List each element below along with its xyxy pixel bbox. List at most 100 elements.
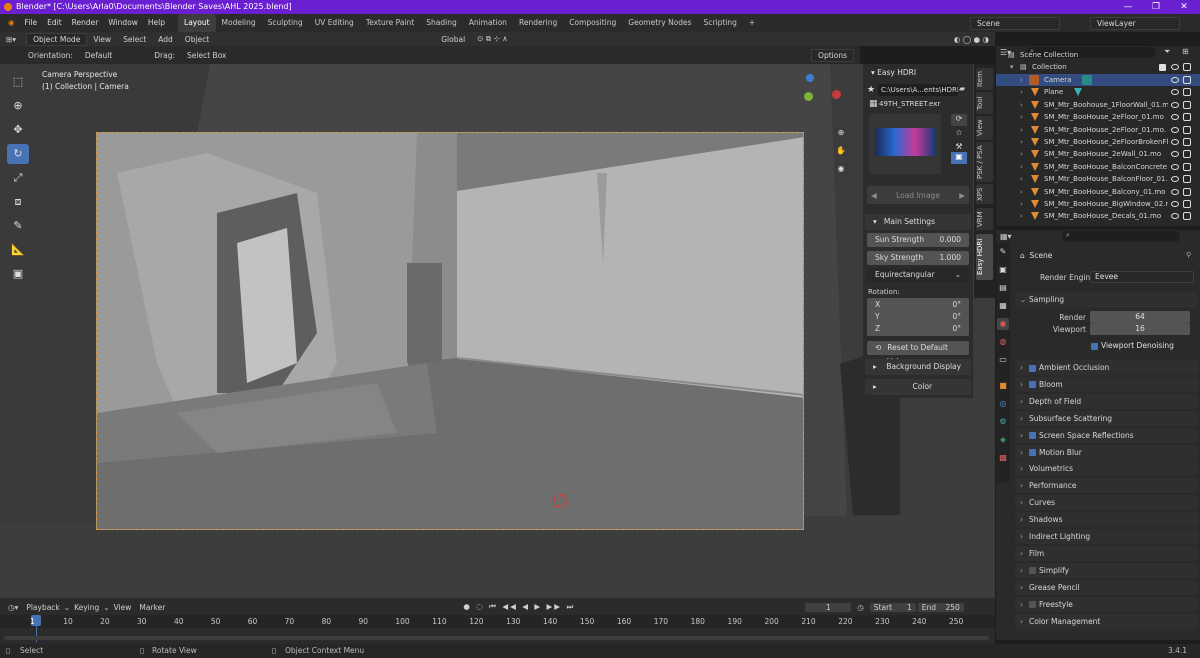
pan-icon[interactable]: ✋ xyxy=(834,144,848,158)
section-performance[interactable]: › Performance xyxy=(1015,478,1198,494)
prev-arrow-icon[interactable]: ◀ xyxy=(871,191,877,200)
visibility-eye-icon[interactable] xyxy=(1171,139,1179,145)
menu-edit[interactable]: Edit xyxy=(42,14,67,32)
mode-dropdown[interactable]: Object Mode xyxy=(26,32,88,46)
editor-type-icon[interactable]: ⊞▾ xyxy=(0,35,22,44)
expand-arrow-icon[interactable]: › xyxy=(1020,148,1023,160)
transform-orientation-dropdown[interactable]: Global xyxy=(435,35,471,44)
tab-scripting[interactable]: Scripting xyxy=(698,14,743,32)
tab-sculpting[interactable]: Sculpting xyxy=(262,14,309,32)
background-display-header[interactable]: ▸ Background Display xyxy=(865,359,971,375)
expand-arrow-icon[interactable]: › xyxy=(1020,563,1023,578)
texture-tab-icon[interactable]: ▩ xyxy=(997,452,1009,464)
expand-arrow-icon[interactable]: › xyxy=(1020,529,1023,544)
menu-select[interactable]: Select xyxy=(117,35,152,44)
close-button[interactable]: ✕ xyxy=(1170,0,1198,14)
section-grease-pencil[interactable]: › Grease Pencil xyxy=(1015,579,1198,595)
3d-viewport[interactable]: ↻ ⬚ ⊕ ✥ ⤢ ⧈ ✎ 📐 ▣ Camera Perspective (1)… xyxy=(0,64,995,598)
section-screen-space-reflections[interactable]: › Screen Space Reflections xyxy=(1015,427,1198,443)
menu-window[interactable]: Window xyxy=(103,14,143,32)
options-dropdown[interactable]: Options xyxy=(811,48,854,62)
render-camera-icon[interactable] xyxy=(1183,125,1191,134)
expand-arrow-icon[interactable]: › xyxy=(1020,198,1023,210)
constraints-tab-icon[interactable]: ⚙ xyxy=(997,416,1009,428)
expand-arrow-icon[interactable]: › xyxy=(1020,495,1023,510)
render-camera-icon[interactable] xyxy=(1183,88,1191,97)
keying-menu[interactable]: Keying xyxy=(70,603,103,612)
camera-view-icon[interactable]: ◉ xyxy=(834,162,848,176)
tab-uv-editing[interactable]: UV Editing xyxy=(309,14,360,32)
tab-psk-psa[interactable]: PSK / PSA xyxy=(976,142,993,182)
tool-tab-icon[interactable]: ✎ xyxy=(997,246,1009,258)
section-bloom[interactable]: › Bloom xyxy=(1015,376,1198,392)
section-enable-checkbox[interactable] xyxy=(1029,567,1036,575)
output-tab-icon[interactable]: ▤ xyxy=(997,282,1009,294)
transform-tool-icon[interactable]: ⧈ xyxy=(7,192,29,212)
exclude-checkbox[interactable] xyxy=(1159,64,1166,71)
section-motion-blur[interactable]: › Motion Blur xyxy=(1015,444,1198,460)
shading-icons[interactable]: ◐ ◯ ● ◑ xyxy=(948,35,995,44)
section-curves[interactable]: › Curves xyxy=(1015,495,1198,511)
expand-arrow-icon[interactable]: › xyxy=(1020,124,1023,136)
render-camera-icon[interactable] xyxy=(1183,150,1191,159)
menu-render[interactable]: Render xyxy=(67,14,104,32)
expand-arrow-icon[interactable]: › xyxy=(1020,428,1023,443)
expand-arrow-icon[interactable]: › xyxy=(1020,512,1023,527)
start-frame-field[interactable]: Start 1 xyxy=(869,602,916,612)
tab-geometry-nodes[interactable]: Geometry Nodes xyxy=(622,14,697,32)
select-box-tool-icon[interactable]: ⬚ xyxy=(7,72,29,92)
expand-arrow-icon[interactable]: › xyxy=(1020,136,1023,148)
expand-arrow-icon[interactable]: › xyxy=(1020,394,1023,409)
next-arrow-icon[interactable]: ▶ xyxy=(959,191,965,200)
blender-menu-icon[interactable]: ◉ xyxy=(0,14,20,32)
menu-view[interactable]: View xyxy=(87,35,117,44)
rotate-tool-icon[interactable]: ↻ xyxy=(7,144,29,164)
playback-controls[interactable]: ● ◌ ⏮ ◀◀ ◀ ▶ ▶▶ ⏭ xyxy=(459,602,579,612)
display-icon[interactable]: ▣ xyxy=(951,152,967,164)
outliner-item[interactable]: › SM_Mtr_BooHouse_BigWindow_02.r xyxy=(996,198,1200,210)
scene-selector[interactable]: Scene xyxy=(970,16,1060,30)
favorites-star-icon[interactable]: ☆ xyxy=(951,128,967,140)
section-indirect-lighting[interactable]: › Indirect Lighting xyxy=(1015,529,1198,544)
expand-arrow-icon[interactable]: › xyxy=(1020,111,1023,123)
cursor-tool-icon[interactable]: ⊕ xyxy=(7,96,29,116)
sun-strength-field[interactable]: Sun Strength 0.000 xyxy=(867,233,969,247)
tab-texture-paint[interactable]: Texture Paint xyxy=(360,14,420,32)
tab-compositing[interactable]: Compositing xyxy=(563,14,622,32)
properties-search-input[interactable]: ⌕ xyxy=(1062,231,1180,242)
expand-arrow-icon[interactable]: › xyxy=(1020,86,1023,98)
visibility-eye-icon[interactable] xyxy=(1171,101,1179,108)
load-image-button[interactable]: ◀ Load Image ▶ xyxy=(867,186,969,204)
view-layer-tab-icon[interactable]: ▦ xyxy=(997,300,1009,312)
render-engine-dropdown[interactable]: Eevee xyxy=(1090,271,1194,283)
expand-arrow-icon[interactable]: › xyxy=(1020,377,1023,392)
color-header[interactable]: ▸ Color xyxy=(865,379,971,395)
collection-row[interactable]: ▾ ▤ Collection xyxy=(996,61,1200,73)
pin-icon[interactable]: ⚲ xyxy=(1186,251,1191,259)
gizmo-z-icon[interactable] xyxy=(806,74,814,82)
tab-layout[interactable]: Layout xyxy=(178,14,216,32)
section-volumetrics[interactable]: › Volumetrics xyxy=(1015,461,1198,477)
scene-collection-row[interactable]: ▤ Scene Collection xyxy=(996,49,1200,61)
render-camera-icon[interactable] xyxy=(1183,200,1191,208)
playback-menu[interactable]: Playback xyxy=(22,603,63,612)
section-depth-of-field[interactable]: › Depth of Field xyxy=(1015,393,1198,409)
gizmo-y-icon[interactable] xyxy=(804,92,813,101)
visibility-eye-icon[interactable] xyxy=(1171,176,1179,183)
visibility-eye-icon[interactable] xyxy=(1171,126,1179,133)
main-settings-header[interactable]: ▾ Main Settings xyxy=(865,214,971,230)
section-enable-checkbox[interactable] xyxy=(1029,381,1036,389)
expand-arrow-icon[interactable]: › xyxy=(1020,546,1023,561)
section-enable-checkbox[interactable] xyxy=(1029,601,1036,609)
refresh-icon[interactable]: ⟳ xyxy=(951,114,967,126)
sampling-section[interactable]: ⌄ Sampling xyxy=(1015,292,1198,307)
properties-editor-icon[interactable]: ▦▾ xyxy=(1000,232,1012,241)
measure-tool-icon[interactable]: 📐 xyxy=(7,240,29,260)
section-shadows[interactable]: › Shadows xyxy=(1015,512,1198,528)
tab-modeling[interactable]: Modeling xyxy=(216,14,262,32)
timeline-view-menu[interactable]: View xyxy=(110,603,136,612)
outliner-item[interactable]: › Plane xyxy=(996,86,1200,98)
visibility-eye-icon[interactable] xyxy=(1171,77,1179,83)
projection-dropdown[interactable]: Equirectangular ⌄ xyxy=(867,268,969,282)
section-freestyle[interactable]: › Freestyle xyxy=(1015,596,1198,612)
